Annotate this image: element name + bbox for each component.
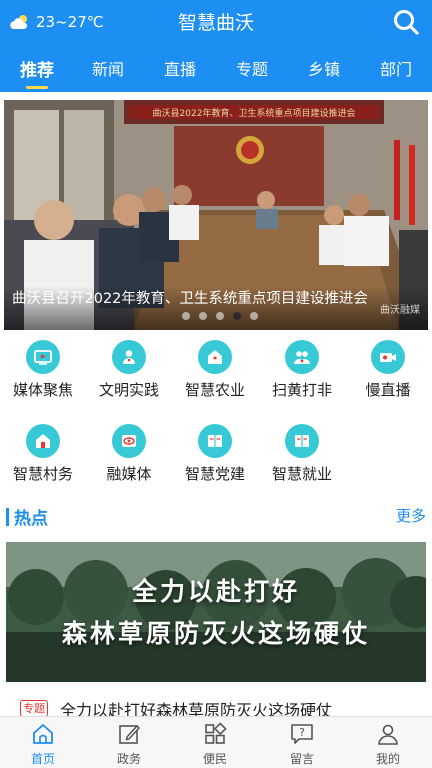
tab-news[interactable]: 新闻 xyxy=(92,56,124,80)
nav-services[interactable]: 便民 xyxy=(172,717,258,768)
nav-label: 首页 xyxy=(30,752,55,766)
tab-departments[interactable]: 部门 xyxy=(380,56,412,80)
search-button[interactable] xyxy=(392,8,420,36)
search-icon xyxy=(394,10,419,35)
grid-item-party-building[interactable]: 智慧党建 xyxy=(172,420,258,490)
book-icon xyxy=(285,424,319,458)
grid-item-label: 扫黄打非 xyxy=(271,381,332,399)
camera-icon xyxy=(371,340,405,374)
feature-headline-line: 森林草原防灭火这场硬仗 xyxy=(61,619,370,648)
bottom-navigation: 首页 政务 便民 ? 留言 我的 xyxy=(0,716,432,768)
grid-item-village-affairs[interactable]: 智慧村务 xyxy=(0,420,86,490)
nav-label: 留言 xyxy=(289,752,314,766)
grid-item-smart-agriculture[interactable]: 智慧农业 xyxy=(172,336,258,406)
top-bar: 23~27℃ 智慧曲沃 xyxy=(0,0,432,44)
nav-messages[interactable]: ? 留言 xyxy=(259,717,345,768)
grid-item-label: 融媒体 xyxy=(106,465,152,483)
hot-news-item[interactable]: 专题 全力以赴打好森林草原防灭火这场硬仗 xyxy=(6,696,426,720)
people-icon xyxy=(285,340,319,374)
svg-text:?: ? xyxy=(299,726,305,739)
hot-feature-image[interactable]: 全力以赴打好 森林草原防灭火这场硬仗 xyxy=(6,542,426,682)
grid-item-label: 智慧党建 xyxy=(184,465,245,483)
person-icon xyxy=(112,340,146,374)
carousel-dot-active[interactable] xyxy=(233,312,241,320)
section-title: 热点 xyxy=(14,509,48,529)
app-screen: 23~27℃ 智慧曲沃 推荐 新闻 直播 专题 乡镇 部门 曲沃县2022年教育… xyxy=(0,0,432,768)
message-icon: ? xyxy=(291,724,313,744)
active-tab-indicator xyxy=(26,86,48,89)
book-icon xyxy=(198,424,232,458)
carousel-dot[interactable] xyxy=(182,312,190,320)
grid-item-convergence-media[interactable]: 融媒体 xyxy=(86,420,172,490)
tab-live[interactable]: 直播 xyxy=(164,56,196,80)
nav-government[interactable]: 政务 xyxy=(86,717,172,768)
grid-item-employment[interactable]: 智慧就业 xyxy=(259,420,345,490)
channel-tabs: 推荐 新闻 直播 专题 乡镇 部门 xyxy=(0,48,432,92)
forest-background xyxy=(6,542,426,682)
grid-item-media-focus[interactable]: 媒体聚焦 xyxy=(0,336,86,406)
more-link[interactable]: 更多 xyxy=(396,505,426,526)
hot-section-header: 热点 更多 xyxy=(0,500,432,532)
grid-item-label: 智慧农业 xyxy=(184,381,245,399)
nav-profile[interactable]: 我的 xyxy=(345,717,431,768)
grid-icon xyxy=(205,722,227,744)
grid-item-label: 文明实践 xyxy=(98,381,159,399)
tab-recommend[interactable]: 推荐 xyxy=(20,56,54,81)
farm-house-icon xyxy=(198,340,232,374)
user-icon xyxy=(378,724,398,745)
house-icon xyxy=(26,424,60,458)
nav-label: 我的 xyxy=(375,752,400,766)
grid-item-civilization[interactable]: 文明实践 xyxy=(86,336,172,406)
banner-watermark: 曲沃融媒 xyxy=(380,305,420,316)
section-accent-bar xyxy=(6,508,9,526)
app-header: 23~27℃ 智慧曲沃 推荐 新闻 直播 专题 乡镇 部门 xyxy=(0,0,432,92)
banner-caption: 曲沃县召开2022年教育、卫生系统重点项目建设推进会 xyxy=(12,291,368,307)
svg-text:曲沃县2022年教育、卫生系统重点项目建设推进会: 曲沃县2022年教育、卫生系统重点项目建设推进会 xyxy=(153,107,356,119)
edit-icon xyxy=(119,724,141,744)
nav-home[interactable]: 首页 xyxy=(0,717,86,768)
tab-towns[interactable]: 乡镇 xyxy=(308,56,340,80)
eye-icon xyxy=(112,424,146,458)
carousel-dot[interactable] xyxy=(216,312,224,320)
grid-item-label: 媒体聚焦 xyxy=(12,381,73,399)
carousel-dots xyxy=(182,312,258,320)
grid-item-slow-live[interactable]: 慢直播 xyxy=(345,336,431,406)
topic-tag: 专题 xyxy=(20,700,48,717)
carousel-dot[interactable] xyxy=(250,312,258,320)
app-title: 智慧曲沃 xyxy=(177,12,254,34)
tab-topics[interactable]: 专题 xyxy=(236,56,268,80)
grid-item-label: 慢直播 xyxy=(365,381,411,399)
feature-headline-line: 全力以赴打好 xyxy=(131,577,300,606)
news-banner-carousel[interactable]: 曲沃县2022年教育、卫生系统重点项目建设推进会 曲沃县召开2022年教育、卫生… xyxy=(4,100,428,330)
home-icon xyxy=(33,724,53,744)
grid-item-label: 智慧就业 xyxy=(271,465,332,483)
nav-label: 政务 xyxy=(116,752,141,766)
grid-item-anti-pornography[interactable]: 扫黄打非 xyxy=(259,336,345,406)
tv-icon xyxy=(26,340,60,374)
nav-label: 便民 xyxy=(202,752,227,766)
grid-item-label: 智慧村务 xyxy=(12,465,73,483)
carousel-dot[interactable] xyxy=(199,312,207,320)
